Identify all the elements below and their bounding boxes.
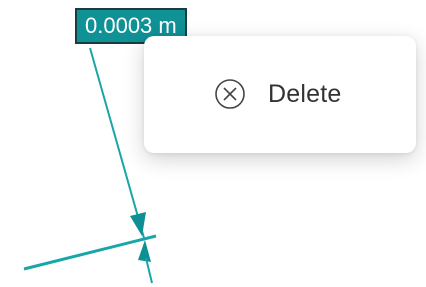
delete-menu-label: Delete — [268, 79, 342, 108]
dimension-leader-line — [89, 47, 145, 239]
dimension-value-text: 0.0003 m — [85, 13, 177, 38]
dimension-tail-line — [145, 257, 153, 284]
delete-menu-item[interactable]: Delete — [214, 74, 341, 114]
circle-x-icon — [215, 79, 245, 109]
context-menu: Delete — [144, 36, 416, 153]
dimension-arrow-upper — [130, 212, 146, 236]
dimension-arrow-lower — [138, 240, 151, 262]
measured-edge-line[interactable] — [23, 234, 157, 271]
drawing-canvas[interactable]: 0.0003 m Delete — [0, 0, 426, 287]
